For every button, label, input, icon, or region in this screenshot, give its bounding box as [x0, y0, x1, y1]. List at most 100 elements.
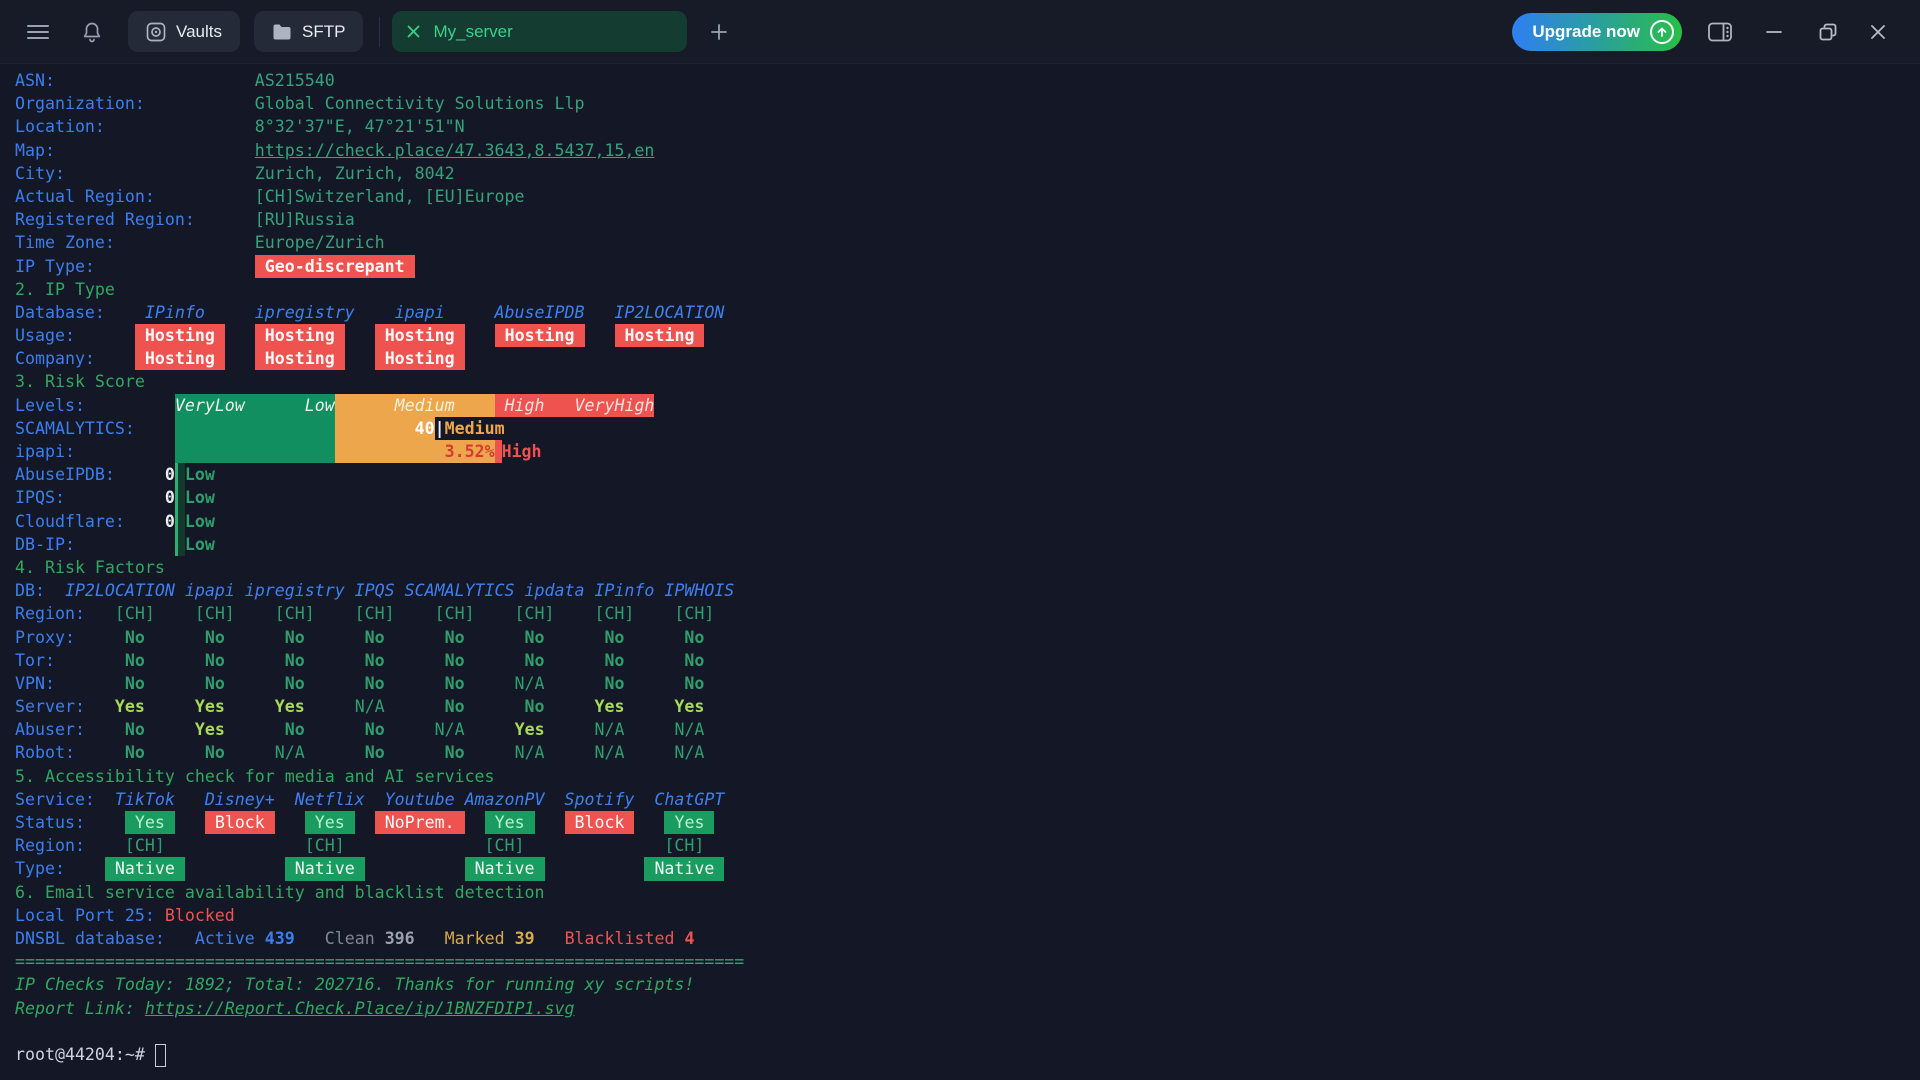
- terminal-line: [15, 1020, 1920, 1043]
- terminal-text: Clean: [325, 927, 385, 950]
- terminal-line: VPN: No No No No No N/A No No: [15, 672, 1920, 695]
- terminal-text: [CH] [CH] [CH] [CH]: [125, 834, 704, 857]
- terminal-text: Marked: [445, 927, 515, 950]
- upgrade-button[interactable]: Upgrade now: [1512, 13, 1682, 51]
- terminal-text: N/A: [335, 695, 415, 718]
- terminal-text: City:: [15, 162, 255, 185]
- maximize-button[interactable]: [1810, 14, 1846, 50]
- terminal-text: 3. Risk Score: [15, 370, 145, 393]
- terminal-text: AbuseIPDB:: [15, 463, 165, 486]
- terminal-text: [545, 857, 645, 880]
- terminal-text: [345, 324, 375, 347]
- terminal-text: Server:: [15, 695, 95, 718]
- terminal-text: [175, 811, 205, 834]
- terminal-text: IP Checks Today: 1892; Total: 202716. Th…: [15, 973, 694, 996]
- terminal-text: [535, 927, 565, 950]
- terminal-line: Report Link: https://Report.Check.Place/…: [15, 997, 1920, 1020]
- terminal-text: Hosting: [135, 347, 225, 370]
- close-tab-icon[interactable]: [406, 24, 421, 39]
- terminal-text: Hosting: [135, 324, 225, 347]
- terminal-text: Service:: [15, 788, 115, 811]
- notifications-button[interactable]: [74, 14, 110, 50]
- terminal-text: |: [435, 417, 445, 440]
- terminal-text: Organization:: [15, 92, 255, 115]
- terminal-text: No No: [335, 741, 495, 764]
- terminal-text: IP2LOCATION ipapi ipregistry IPQS SCAMAL…: [65, 579, 734, 602]
- terminal-text: 39: [515, 927, 535, 950]
- bar-strip: [495, 440, 502, 463]
- terminal-text: Hosting: [495, 324, 585, 347]
- terminal-text: Native: [105, 857, 185, 880]
- terminal-text: [634, 811, 664, 834]
- terminal-text: Map:: [15, 139, 255, 162]
- terminal-text: Registered Region:: [15, 208, 255, 231]
- terminal-output: ASN: AS215540Organization: Global Connec…: [0, 64, 1920, 1066]
- terminal-text: N/A N/A N/A: [495, 741, 735, 764]
- terminal-text: [335, 417, 415, 440]
- terminal-text: Blacklisted: [565, 927, 685, 950]
- minimize-button[interactable]: [1756, 14, 1792, 50]
- terminal-link[interactable]: https://Report.Check.Place/ip/1BNZFDIP1.…: [145, 997, 575, 1020]
- terminal-text: Database:: [15, 301, 145, 324]
- terminal-text: [345, 347, 375, 370]
- terminal-line: root@44204:~#: [15, 1043, 1920, 1066]
- terminal-line: Company: Hosting Hosting Hosting: [15, 347, 1920, 370]
- terminal-text: 4: [684, 927, 694, 950]
- terminal-text: N/A N/A: [575, 718, 735, 741]
- terminal-text: DB:: [15, 579, 65, 602]
- terminal-text: Report Link:: [15, 997, 145, 1020]
- terminal-text: [365, 857, 465, 880]
- terminal-text: VPN:: [15, 672, 95, 695]
- terminal-line: Abuser: No Yes No No N/A Yes N/A N/A: [15, 718, 1920, 741]
- terminal-text: Medium: [335, 394, 495, 417]
- terminal-text: No No No No No: [95, 672, 495, 695]
- terminal-text: 8°32'37"E, 47°21'51"N: [255, 115, 465, 138]
- terminal-text: Low: [185, 533, 215, 556]
- new-tab-button[interactable]: [701, 14, 737, 50]
- terminal-line: Type: Native Native Native Native: [15, 857, 1920, 880]
- terminal-line: ipapi: 3.52%High: [15, 440, 1920, 463]
- app-window: Vaults SFTP My_server U: [0, 0, 1920, 1066]
- terminal-text: [335, 440, 445, 463]
- terminal-text: 3.52%: [445, 440, 495, 463]
- terminal-line: IPQS: 0Low: [15, 486, 1920, 509]
- terminal-text: [275, 811, 305, 834]
- panel-toggle-button[interactable]: [1702, 14, 1738, 50]
- terminal-line: ========================================…: [15, 950, 1920, 973]
- sftp-label: SFTP: [302, 22, 345, 42]
- terminal-text: No No No No No No No No: [95, 626, 734, 649]
- terminal-text: Yes: [305, 811, 355, 834]
- terminal-line: Robot: No No N/A No No N/A N/A N/A: [15, 741, 1920, 764]
- tab-my-server[interactable]: My_server: [392, 11, 687, 52]
- terminal-line: Tor: No No No No No No No No: [15, 649, 1920, 672]
- terminal-text: Status:: [15, 811, 125, 834]
- terminal-text: Yes: [175, 718, 255, 741]
- terminal-text: 0: [165, 463, 175, 486]
- sidebar-panel-icon: [1707, 21, 1733, 43]
- vaults-button[interactable]: Vaults: [128, 11, 240, 52]
- terminal-text: 5. Accessibility check for media and AI …: [15, 765, 495, 788]
- terminal-text: Robot:: [15, 741, 95, 764]
- menu-button[interactable]: [20, 14, 56, 50]
- terminal-cursor: [155, 1044, 166, 1067]
- terminal-text: Native: [465, 857, 545, 880]
- tabbar-divider: [379, 17, 380, 47]
- terminal-text: Yes: [664, 811, 714, 834]
- terminal-link[interactable]: https://check.place/47.3643,8.5437,15,en: [255, 139, 655, 162]
- terminal-text: [295, 927, 325, 950]
- bar-strip: [175, 533, 185, 556]
- terminal-line: SCAMALYTICS: 40|Medium: [15, 417, 1920, 440]
- terminal-text: [175, 440, 335, 463]
- terminal-line: IP Checks Today: 1892; Total: 202716. Th…: [15, 973, 1920, 996]
- terminal-text: No: [95, 718, 175, 741]
- close-button[interactable]: [1860, 14, 1896, 50]
- terminal-text: [CH] [CH] [CH] [CH] [CH] [CH] [CH] [CH]: [95, 602, 734, 625]
- terminal-line: IP Type: Geo-discrepant: [15, 255, 1920, 278]
- terminal-text: Region:: [15, 834, 125, 857]
- sftp-button[interactable]: SFTP: [254, 11, 363, 52]
- terminal-text: N/A: [415, 718, 495, 741]
- terminal-text: IPinfo ipregistry ipapi AbuseIPDB IP2LOC…: [145, 301, 724, 324]
- terminal-line: Map: https://check.place/47.3643,8.5437,…: [15, 139, 1920, 162]
- terminal-text: High VeryHigh: [495, 394, 655, 417]
- terminal-text: Block: [565, 811, 635, 834]
